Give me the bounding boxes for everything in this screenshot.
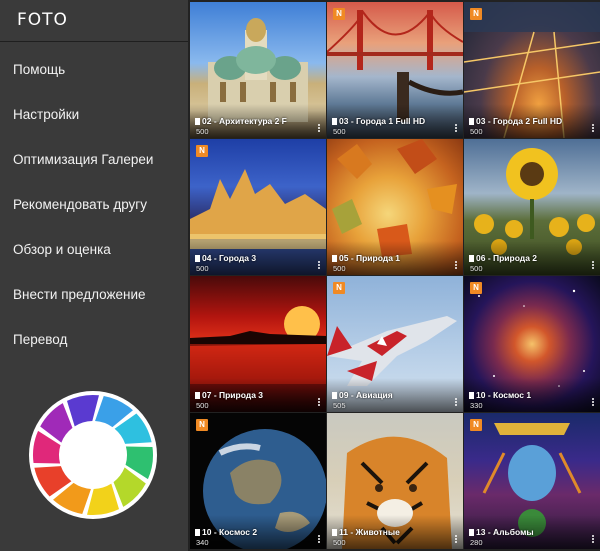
menu-item-review-rate[interactable]: Обзор и оценка [0,235,188,280]
album-tile[interactable]: N 03 - Города 2 Full HD 500 [464,2,600,138]
more-vert-icon[interactable] [452,534,460,546]
photo-count: 500 [196,127,209,136]
album-grid: 02 - Архитектура 2 F 500 N 03 - Города 1… [188,0,600,551]
new-badge: N [333,8,345,20]
new-badge: N [470,282,482,294]
photo-count: 340 [196,538,209,547]
menu-item-help[interactable]: Помощь [0,55,188,100]
album-title: 10 - Космос 2 [195,527,257,537]
menu-item-translate[interactable]: Перевод [0,325,188,370]
album-title: 10 - Космос 1 [469,390,531,400]
photo-count: 500 [196,264,209,273]
album-title: 05 - Природа 1 [332,253,400,263]
menu-item-recommend[interactable]: Рекомендовать другу [0,190,188,235]
more-vert-icon[interactable] [452,397,460,409]
album-title: 09 - Авиация [332,390,393,400]
album-tile[interactable]: N 09 - Авиация 505 [327,276,463,412]
photo-count: 500 [333,538,346,547]
album-tile[interactable]: 05 - Природа 1 500 [327,139,463,275]
photo-count: 500 [333,127,346,136]
more-vert-icon[interactable] [589,397,597,409]
menu-item-gallery-optimization[interactable]: Оптимизация Галереи [0,145,188,190]
color-wheel-logo-icon [29,391,157,519]
album-tile[interactable]: N 13 - Альбомы 280 [464,413,600,549]
album-tile[interactable]: N 03 - Города 1 Full HD 500 [327,2,463,138]
more-vert-icon[interactable] [589,123,597,135]
album-title: 03 - Города 1 Full HD [332,116,425,126]
album-tile[interactable]: 07 - Природа 3 500 [190,276,326,412]
album-tile[interactable]: 06 - Природа 2 500 [464,139,600,275]
new-badge: N [470,419,482,431]
album-title: 03 - Города 2 Full HD [469,116,562,126]
photo-count: 505 [333,401,346,410]
sidebar: FOTO Помощь Настройки Оптимизация Галере… [0,0,188,551]
more-vert-icon[interactable] [452,123,460,135]
album-title: 04 - Города 3 [195,253,256,263]
more-vert-icon[interactable] [452,260,460,272]
photo-count: 500 [470,127,483,136]
album-tile[interactable]: N 10 - Космос 1 330 [464,276,600,412]
new-badge: N [470,8,482,20]
photo-count: 500 [196,401,209,410]
album-tile[interactable]: N 04 - Города 3 500 [190,139,326,275]
menu-item-suggestion[interactable]: Внести предложение [0,280,188,325]
menu-item-settings[interactable]: Настройки [0,100,188,145]
photo-count: 330 [470,401,483,410]
album-tile[interactable]: 02 - Архитектура 2 F 500 [190,2,326,138]
divider [0,41,188,42]
new-badge: N [333,282,345,294]
album-title: 11 - Животные [332,527,400,537]
more-vert-icon[interactable] [589,534,597,546]
photo-count: 500 [470,264,483,273]
more-vert-icon[interactable] [315,397,323,409]
more-vert-icon[interactable] [315,260,323,272]
photo-count: 500 [333,264,346,273]
album-tile[interactable]: 11 - Животные 500 [327,413,463,549]
album-tile[interactable]: N 10 - Космос 2 340 [190,413,326,549]
album-title: 13 - Альбомы [469,527,534,537]
menu: Помощь Настройки Оптимизация Галереи Рек… [0,55,188,370]
new-badge: N [196,419,208,431]
more-vert-icon[interactable] [589,260,597,272]
photo-count: 280 [470,538,483,547]
album-title: 07 - Природа 3 [195,390,263,400]
more-vert-icon[interactable] [315,534,323,546]
album-title: 02 - Архитектура 2 F [195,116,287,126]
new-badge: N [196,145,208,157]
album-title: 06 - Природа 2 [469,253,537,263]
app-title: FOTO [17,10,68,30]
more-vert-icon[interactable] [315,123,323,135]
